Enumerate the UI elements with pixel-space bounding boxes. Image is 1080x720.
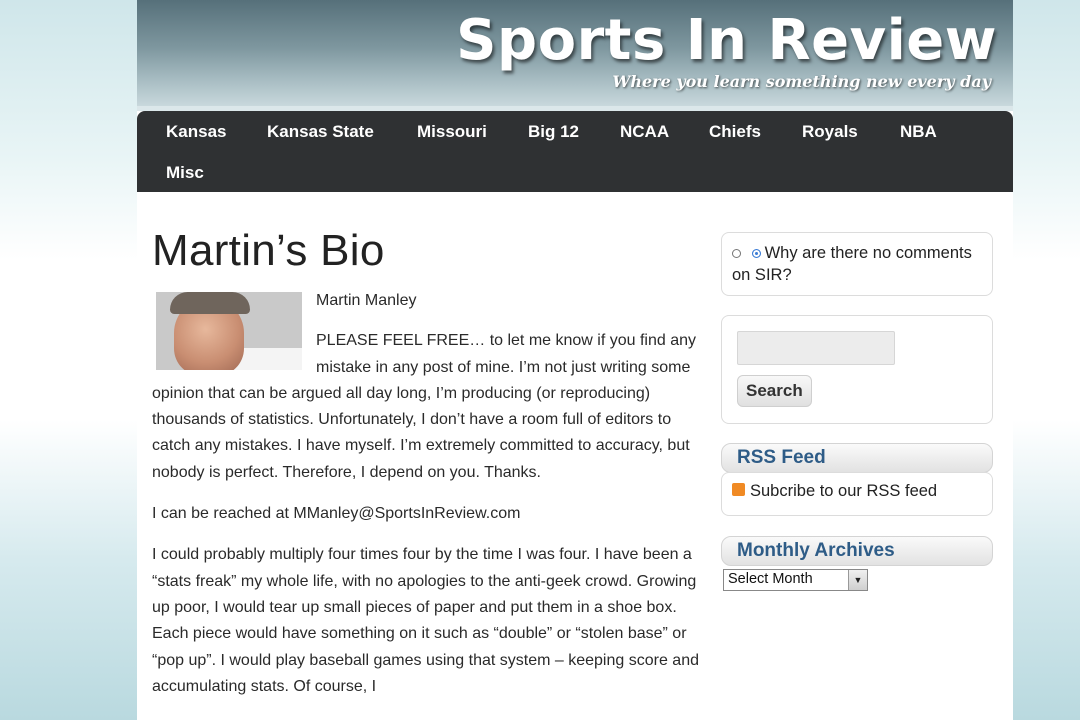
chevron-down-icon[interactable]: ▼ (848, 570, 867, 590)
post-body: Martin Manley PLEASE FEEL FREE… to let m… (152, 288, 705, 700)
author-photo (156, 292, 302, 370)
nav-item-missouri[interactable]: Missouri (417, 122, 487, 142)
archives-widget-title: Monthly Archives (721, 536, 993, 566)
sidebar: Why are there no comments on SIR? Search… (721, 232, 993, 591)
rss-widget: RSS Feed Subcribe to our RSS feed (721, 443, 993, 516)
site-tagline: Where you learn something new every day (612, 72, 991, 91)
search-widget: Search (721, 315, 993, 424)
main-nav: Kansas Kansas State Missouri Big 12 NCAA… (137, 111, 1013, 192)
nav-item-chiefs[interactable]: Chiefs (709, 122, 761, 142)
page-container: Sports In Review Where you learn somethi… (137, 0, 1013, 720)
nav-item-nba[interactable]: NBA (900, 122, 937, 142)
poll-widget: Why are there no comments on SIR? (721, 232, 993, 296)
rss-subscribe-link[interactable]: Subcribe to our RSS feed (750, 482, 937, 500)
nav-item-big-12[interactable]: Big 12 (528, 122, 579, 142)
nav-item-kansas[interactable]: Kansas (166, 122, 226, 142)
poll-question[interactable]: Why are there no comments on SIR? (732, 244, 972, 284)
site-title[interactable]: Sports In Review (456, 8, 997, 73)
post-paragraph: I could probably multiply four times fou… (152, 546, 699, 695)
nav-item-kansas-state[interactable]: Kansas State (267, 122, 374, 142)
post-content: Martin’s Bio Martin Manley PLEASE FEEL F… (152, 226, 705, 700)
site-header: Sports In Review Where you learn somethi… (137, 0, 1013, 106)
rss-widget-title: RSS Feed (721, 443, 993, 473)
search-button[interactable]: Search (737, 375, 812, 407)
month-select[interactable]: Select Month ▼ (723, 569, 868, 591)
archives-widget: Monthly Archives Select Month ▼ (721, 536, 993, 591)
nav-item-ncaa[interactable]: NCAA (620, 122, 669, 142)
nav-item-royals[interactable]: Royals (802, 122, 858, 142)
search-input[interactable] (737, 331, 895, 365)
contact-paragraph: I can be reached at MManley@SportsInRevi… (152, 505, 521, 523)
page-title: Martin’s Bio (152, 226, 385, 275)
month-select-value: Select Month (728, 571, 813, 587)
radio-selected-icon[interactable] (751, 249, 761, 259)
radio-empty-icon[interactable] (732, 249, 741, 259)
rss-icon (732, 483, 745, 497)
nav-item-misc[interactable]: Misc (166, 163, 204, 183)
